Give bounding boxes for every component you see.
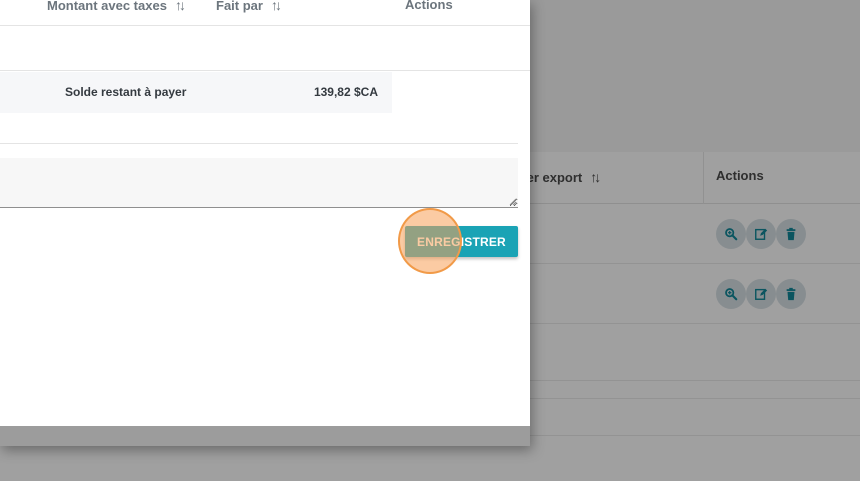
- remaining-balance-value: 139,82 $CA: [313, 85, 378, 99]
- column-header-export-label: ier export: [523, 170, 583, 185]
- column-header-amount-label: Montant avec taxes: [47, 0, 167, 13]
- modal-bottom-bar: [0, 426, 530, 446]
- section-divider: [0, 143, 518, 144]
- column-divider: [703, 152, 704, 204]
- edit-icon: [755, 288, 768, 300]
- table-row: [0, 27, 530, 71]
- sort-icon[interactable]: ↑↓: [271, 0, 282, 13]
- column-header-actions: Actions: [716, 168, 764, 183]
- remaining-balance-label: Solde restant à payer: [65, 85, 187, 99]
- row-actions: [716, 219, 806, 249]
- delete-button[interactable]: [776, 219, 806, 249]
- textarea-underline: [0, 207, 518, 208]
- trash-icon: [786, 227, 796, 241]
- search-icon: [725, 288, 738, 301]
- search-icon: [725, 228, 738, 241]
- sort-icon[interactable]: ↑↓: [590, 169, 601, 185]
- edit-button[interactable]: [746, 219, 776, 249]
- view-button[interactable]: [716, 279, 746, 309]
- column-header-actions: Actions: [405, 0, 453, 12]
- resize-grip-icon[interactable]: [508, 197, 517, 206]
- column-header-amount-with-taxes[interactable]: Montant avec taxes ↑↓: [47, 0, 186, 13]
- column-header-done-by[interactable]: Fait par ↑↓: [216, 0, 282, 13]
- edit-icon: [755, 228, 768, 240]
- edit-button[interactable]: [746, 279, 776, 309]
- save-button[interactable]: ENREGISTRER: [405, 226, 518, 257]
- sort-icon[interactable]: ↑↓: [175, 0, 186, 13]
- modal-table-header: Montant avec taxes ↑↓ Fait par ↑↓ Actions: [0, 0, 530, 26]
- view-button[interactable]: [716, 219, 746, 249]
- column-header-done-by-label: Fait par: [216, 0, 263, 13]
- remaining-balance-row: Solde restant à payer 139,82 $CA: [0, 72, 392, 113]
- payment-modal: Montant avec taxes ↑↓ Fait par ↑↓ Actions …: [0, 0, 530, 446]
- notes-textarea[interactable]: [0, 158, 518, 208]
- trash-icon: [786, 287, 796, 301]
- delete-button[interactable]: [776, 279, 806, 309]
- column-header-export[interactable]: ier export ↑↓: [523, 169, 601, 185]
- row-actions: [716, 279, 806, 309]
